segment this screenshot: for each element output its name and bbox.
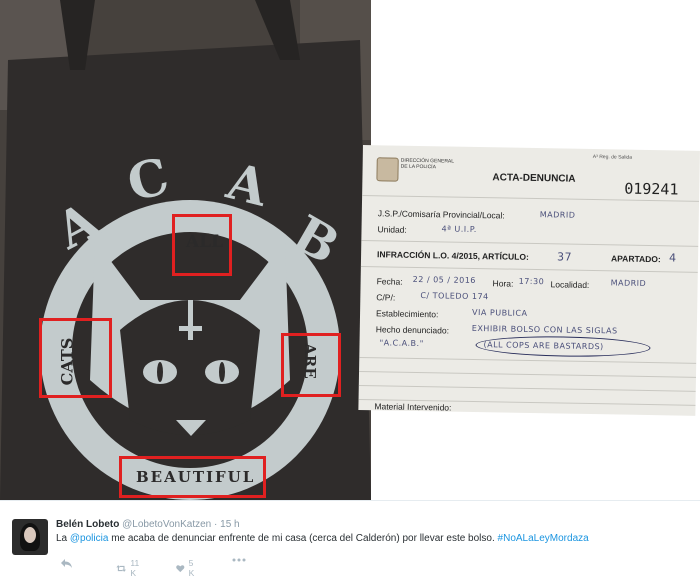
highlight-box-all <box>172 214 232 276</box>
cp-label: C/P/: <box>376 292 396 303</box>
doc-title: ACTA-DENUNCIA <box>492 172 576 185</box>
police-seal-icon <box>376 157 399 182</box>
divider <box>359 370 697 378</box>
localidad-value: MADRID <box>610 278 647 288</box>
unidad-label: Unidad: <box>377 224 407 235</box>
doc-number: 019241 <box>624 179 679 199</box>
header-separator: · <box>214 519 218 530</box>
more-icon <box>232 558 246 562</box>
establecimiento-value: VIA PUBLICA <box>472 307 528 318</box>
establecimiento-label: Establecimiento: <box>375 308 439 320</box>
hashtag-link[interactable]: #NoALaLeyMordaza <box>498 533 589 544</box>
material-label: Material Intervenido: <box>374 401 452 413</box>
acab-letter-c: C <box>121 146 175 213</box>
retweet-icon <box>116 564 126 572</box>
avatar-face <box>24 527 36 543</box>
divider <box>361 239 699 247</box>
more-button[interactable] <box>232 558 246 562</box>
reply-button[interactable] <box>60 558 73 569</box>
like-count: 5 K <box>188 558 195 578</box>
apartado-label: APARTADO: <box>610 253 661 265</box>
heart-icon <box>176 564 185 572</box>
bag-photo[interactable]: A C A B ALL CATS ARE BEAUTIFUL <box>0 0 371 500</box>
hecho-value-1: EXHIBIR BOLSO CON LAS SIGLAS <box>471 323 618 336</box>
hecho-value-2: "A.C.A.B." <box>379 338 424 349</box>
divider <box>359 356 697 364</box>
retweet-count: 11 K <box>130 558 140 578</box>
highlight-box-cats <box>39 318 112 398</box>
cp-value: C/ TOLEDO 174 <box>420 291 489 302</box>
doc-register: A³ Reg. de Salida <box>592 154 633 161</box>
user-handle[interactable]: @LobetoVonKatzen <box>122 519 211 530</box>
tweet[interactable]: Belén Lobeto @LobetoVonKatzen · 15 h La … <box>0 500 700 582</box>
like-button[interactable]: 5 K <box>176 558 198 578</box>
avatar[interactable] <box>12 519 48 555</box>
reply-icon <box>61 559 72 568</box>
divider <box>360 265 698 273</box>
highlight-box-beautiful <box>119 456 266 498</box>
handwritten-circle <box>475 334 651 359</box>
infraccion-label: INFRACCIÓN L.O. 4/2015, ARTÍCULO: <box>377 249 529 262</box>
hora-value: 17:30 <box>518 276 545 287</box>
tweet-header: Belén Lobeto @LobetoVonKatzen · 15 h <box>56 519 240 530</box>
acab-letter-a2: A <box>221 151 274 218</box>
mention-link[interactable]: @policia <box>70 533 109 544</box>
fecha-value: 22 / 05 / 2016 <box>412 274 477 285</box>
fecha-label: Fecha: <box>376 276 403 287</box>
unidad-value: 4ª U.I.P. <box>441 224 477 234</box>
highlight-box-are <box>281 333 341 397</box>
tweet-timestamp[interactable]: 15 h <box>220 519 239 530</box>
jsp-value: MADRID <box>539 210 576 220</box>
document-photo[interactable]: DIRECCIÓN GENERAL DE LA POLICÍA A³ Reg. … <box>358 145 700 416</box>
acab-letter-b: B <box>283 203 350 276</box>
localidad-label: Localidad: <box>550 279 590 290</box>
apartado-value: 4 <box>668 251 677 265</box>
articulo-value: 37 <box>556 250 573 264</box>
acab-letter-a1: A <box>46 190 109 261</box>
jsp-label: J.S.P./Comisaría Provincial/Local: <box>377 208 505 221</box>
tweet-text-start: La <box>56 533 70 544</box>
divider <box>358 384 696 392</box>
hecho-label: Hecho denunciado: <box>375 324 450 336</box>
retweet-button[interactable]: 11 K <box>116 558 143 578</box>
hora-label: Hora: <box>492 278 514 289</box>
user-name[interactable]: Belén Lobeto <box>56 519 119 530</box>
tweet-text-middle: me acaba de denunciar enfrente de mi cas… <box>108 533 498 544</box>
tweet-text: La @policia me acaba de denunciar enfren… <box>56 533 589 544</box>
doc-organization: DIRECCIÓN GENERAL DE LA POLICÍA <box>400 157 455 171</box>
